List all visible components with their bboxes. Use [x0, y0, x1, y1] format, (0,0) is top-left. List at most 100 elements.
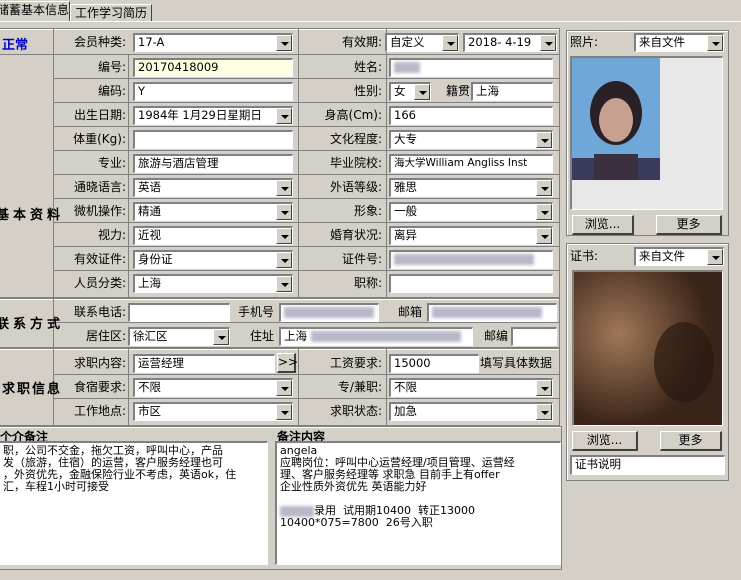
marital-select[interactable]: 离异: [389, 226, 553, 245]
birth-date-picker[interactable]: 1984年 1月29日星期日: [133, 106, 293, 125]
category-value: 上海: [138, 276, 161, 290]
address-field[interactable]: 上海: [279, 327, 473, 346]
phone-field[interactable]: [128, 303, 230, 322]
fulltime-label: 专/兼职:: [337, 380, 382, 394]
chevron-down-icon[interactable]: [536, 228, 552, 244]
job-status-value: 加急: [394, 404, 417, 418]
code-label: 编码:: [97, 84, 126, 98]
district-select[interactable]: 徐汇区: [128, 327, 230, 346]
lang-level-value: 雅思: [394, 180, 417, 194]
lang-level-select[interactable]: 雅思: [389, 178, 553, 197]
number-field[interactable]: 20170418009: [133, 58, 293, 77]
chevron-down-icon[interactable]: [536, 180, 552, 196]
cert-more-button[interactable]: 更多: [660, 431, 722, 451]
chevron-down-icon[interactable]: [707, 35, 723, 51]
chevron-down-icon[interactable]: [707, 249, 723, 265]
left-memo[interactable]: 职，公司不交金，拖欠工资，呼叫中心，产品 发（旅游，住宿）的运营，客户服务经理也…: [0, 441, 268, 565]
native-field[interactable]: 上海: [471, 82, 553, 101]
certificate-image-icon: [574, 272, 722, 425]
mobile-field[interactable]: [279, 303, 379, 322]
salary-field[interactable]: 15000: [389, 354, 479, 373]
tab-basic-info-label: 储蓄基本信息: [0, 3, 70, 17]
cert-image-frame[interactable]: [572, 270, 723, 426]
chevron-down-icon[interactable]: [276, 228, 292, 244]
id-type-select[interactable]: 身份证: [133, 250, 293, 269]
number-label: 编号:: [97, 60, 126, 74]
chevron-down-icon[interactable]: [276, 35, 292, 51]
chevron-down-icon[interactable]: [540, 35, 556, 51]
height-field[interactable]: 166: [389, 106, 553, 125]
job-want-field[interactable]: 运营经理: [133, 354, 275, 373]
gender-select[interactable]: 女: [389, 82, 431, 101]
title-field[interactable]: [389, 274, 553, 293]
appearance-select[interactable]: 一般: [389, 202, 553, 221]
tab-work-history[interactable]: 工作学习简历: [70, 4, 152, 21]
right-memo[interactable]: angela 应聘岗位：呼叫中心运营经理/项目管理、运营经 理、客户服务经理等 …: [275, 441, 561, 565]
chevron-down-icon[interactable]: [276, 108, 292, 124]
job-status-select[interactable]: 加急: [389, 402, 553, 421]
computer-select[interactable]: 精通: [133, 202, 293, 221]
chevron-down-icon[interactable]: [536, 132, 552, 148]
address-value: 上海: [284, 329, 307, 343]
chevron-down-icon[interactable]: [213, 329, 229, 345]
education-select[interactable]: 大专: [389, 130, 553, 149]
gender-value: 女: [394, 84, 406, 98]
email-field[interactable]: [427, 303, 557, 322]
postcode-field[interactable]: [511, 327, 557, 346]
photo-browse-button[interactable]: 浏览...: [572, 215, 634, 235]
chevron-down-icon[interactable]: [276, 252, 292, 268]
job-picker-button[interactable]: >>: [277, 353, 298, 373]
valid-date-picker[interactable]: 2018- 4-19: [463, 33, 557, 52]
vision-label: 视力:: [97, 228, 126, 242]
chevron-down-icon[interactable]: [536, 404, 552, 420]
section-divider: [53, 28, 54, 426]
cert-browse-button[interactable]: 浏览...: [572, 431, 638, 451]
category-select[interactable]: 上海: [133, 274, 293, 293]
code-field[interactable]: Y: [133, 82, 293, 101]
chevron-down-icon[interactable]: [276, 380, 292, 396]
grid-line: [54, 270, 560, 271]
chevron-down-icon[interactable]: [276, 204, 292, 220]
school-field[interactable]: 海大学William Angliss Inst: [389, 154, 553, 173]
postcode-label: 邮编: [483, 329, 508, 343]
id-no-label: 证件号:: [341, 252, 382, 266]
language-label: 通晓语言:: [73, 180, 126, 194]
photo-more-button[interactable]: 更多: [656, 215, 722, 235]
photo-source-value: 来自文件: [639, 35, 685, 49]
weight-field[interactable]: [133, 130, 293, 149]
status-label: 正常: [2, 38, 29, 53]
language-select[interactable]: 英语: [133, 178, 293, 197]
photo-source-select[interactable]: 来自文件: [634, 33, 724, 52]
major-field[interactable]: 旅游与酒店管理: [133, 154, 293, 173]
chevron-down-icon[interactable]: [276, 276, 292, 292]
member-type-select[interactable]: 17-A: [133, 33, 293, 52]
chevron-down-icon[interactable]: [276, 404, 292, 420]
grid-line: [128, 54, 129, 298]
tab-basic-info[interactable]: 储蓄基本信息: [0, 1, 70, 22]
name-field[interactable]: [389, 58, 553, 77]
chevron-down-icon[interactable]: [414, 84, 430, 100]
tab-work-history-label: 工作学习简历: [75, 6, 148, 20]
meals-select[interactable]: 不限: [133, 378, 293, 397]
chevron-down-icon[interactable]: [536, 380, 552, 396]
vision-select[interactable]: 近视: [133, 226, 293, 245]
id-no-field[interactable]: [389, 250, 553, 269]
grid-line: [298, 28, 299, 298]
marital-value: 离异: [394, 228, 417, 242]
photo-frame[interactable]: [570, 56, 723, 210]
valid-mode-select[interactable]: 自定义: [385, 33, 459, 52]
grid-line: [386, 28, 387, 298]
grid-line: [54, 198, 560, 199]
chevron-down-icon[interactable]: [276, 180, 292, 196]
marital-label: 婚育状况:: [329, 228, 382, 242]
cert-description-field[interactable]: 证书说明: [570, 455, 725, 475]
cert-label: 证书:: [570, 249, 599, 263]
grid-line: [0, 54, 560, 55]
valid-mode-value: 自定义: [390, 35, 425, 49]
location-select[interactable]: 市区: [133, 402, 293, 421]
fulltime-select[interactable]: 不限: [389, 378, 553, 397]
chevron-down-icon[interactable]: [442, 35, 458, 51]
cert-source-select[interactable]: 来自文件: [634, 247, 724, 266]
computer-value: 精通: [138, 204, 161, 218]
chevron-down-icon[interactable]: [536, 204, 552, 220]
